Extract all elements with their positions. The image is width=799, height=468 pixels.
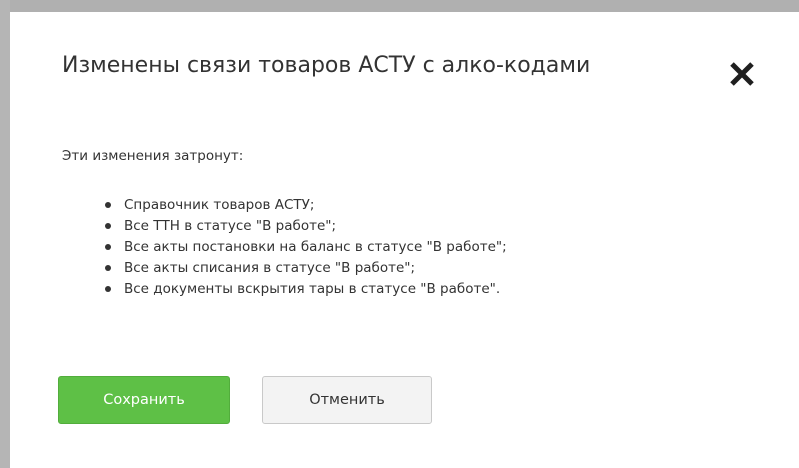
bullet-icon xyxy=(105,244,111,250)
bullet-icon xyxy=(105,286,111,292)
list-item-text: Все акты списания в статусе "В работе"; xyxy=(124,260,416,276)
bullet-icon xyxy=(105,265,111,271)
list-item: Все документы вскрытия тары в статусе "В… xyxy=(105,279,507,300)
save-button[interactable]: Сохранить xyxy=(58,376,230,424)
close-icon xyxy=(730,62,754,86)
list-item-text: Все ТТН в статусе "В работе"; xyxy=(124,218,337,234)
list-item-text: Все документы вскрытия тары в статусе "В… xyxy=(124,281,501,297)
dialog-intro: Эти изменения затронут: xyxy=(62,148,244,164)
list-item: Все ТТН в статусе "В работе"; xyxy=(105,216,507,237)
list-item: Все акты постановки на баланс в статусе … xyxy=(105,237,507,258)
list-item-text: Справочник товаров АСТУ; xyxy=(124,197,315,213)
bullet-icon xyxy=(105,223,111,229)
dialog-title: Изменены связи товаров АСТУ с алко-кодам… xyxy=(62,53,591,78)
list-item: Все акты списания в статусе "В работе"; xyxy=(105,258,507,279)
backdrop-edge xyxy=(0,0,10,468)
list-item: Справочник товаров АСТУ; xyxy=(105,195,507,216)
affected-items-list: Справочник товаров АСТУ; Все ТТН в стату… xyxy=(105,195,507,300)
list-item-text: Все акты постановки на баланс в статусе … xyxy=(124,239,507,255)
cancel-button[interactable]: Отменить xyxy=(262,376,432,424)
confirm-changes-dialog: Изменены связи товаров АСТУ с алко-кодам… xyxy=(10,12,799,468)
bullet-icon xyxy=(105,202,111,208)
backdrop xyxy=(0,0,799,12)
close-button[interactable] xyxy=(722,54,762,94)
